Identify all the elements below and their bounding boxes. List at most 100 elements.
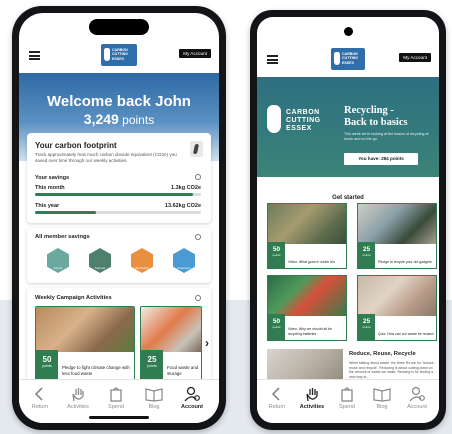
bag-icon [110,387,122,402]
logo-text: CARBON CUTTING ESSEX [342,52,358,65]
campaign-description: This week we're looking at the basics of… [344,132,429,141]
badge-forest[interactable]: Forest [47,248,69,273]
book-icon [373,388,391,402]
chevron-right-icon[interactable]: › [205,336,209,350]
campaign-activity-card[interactable]: 50 points Pledge to fight climate change… [35,306,135,381]
bag-icon [341,387,353,402]
nav-account[interactable]: Account [177,386,207,410]
badge-summit[interactable]: Summit [89,248,111,273]
savings-month-value: 1.3kg CO2e [171,185,201,191]
reduce-article-title[interactable]: Reduce, Reuse, Recycle [349,351,416,357]
logo-text: CARBON CUTTING ESSEX [112,48,128,61]
points-unit: points [122,113,155,127]
activity-card[interactable]: 50 points Video: Why we should all be rec… [267,275,347,341]
book-icon [145,388,163,402]
member-savings-card[interactable]: All member savings Forest Summit Worksho… [27,228,211,283]
campaign-image [36,307,134,352]
nav-return[interactable]: Return [25,386,55,410]
phone-right: CARBON CUTTING ESSEX My Account CARBON C… [250,10,446,430]
hand-icon [72,388,84,402]
points-badge: 25 points [141,350,163,380]
campaign-text: Food waste and storage [167,365,199,376]
footprint-icon [267,105,281,133]
nav-blog[interactable]: Blog [367,386,397,410]
activity-text: Video: Why we should all be recycling ba… [288,327,332,336]
savings-year-bar-fill [35,211,97,214]
menu-icon[interactable] [29,51,40,60]
footprint-icon [334,52,340,65]
savings-label: Your savings [35,175,70,181]
nav-activities[interactable]: Activities [297,386,327,410]
activity-card[interactable]: 50 points Video: What goes in which bin [267,203,347,269]
carbon-footprint-card[interactable]: Your carbon footprint Track approximatel… [27,133,211,223]
activity-image [358,276,436,316]
points-balance: 3,249 points [19,111,219,127]
dynamic-island [89,19,149,35]
footprint-title: Your carbon footprint [35,141,117,150]
activity-text: Quiz: How can our waste be reused [378,331,434,336]
get-started-heading: Get started [332,195,364,201]
footprint-description: Track approximately how much carbon diox… [35,152,177,163]
home-indicator [89,416,149,419]
points-badge: 50 points [268,314,285,340]
nav-blog[interactable]: Blog [139,386,169,410]
activity-card[interactable]: 25 points Quiz: How can our waste be reus… [357,275,437,341]
footprint-icon [190,141,203,157]
app-header: CARBON CUTTING ESSEX My Account [257,43,439,77]
points-badge: 25 points [358,242,375,268]
savings-month-bar-fill [35,193,193,196]
points-badge: 25 points [358,314,375,340]
savings-year-bar [35,211,201,214]
campaign-title: Recycling - Back to basics [344,105,408,128]
nav-spend[interactable]: Spend [332,386,362,410]
savings-year-label: This year [35,203,60,209]
nav-spend[interactable]: Spend [101,386,131,410]
member-savings-title: All member savings [35,234,90,240]
footprint-icon [104,48,110,61]
nav-return[interactable]: Return [262,386,292,410]
app-header: CARBON CUTTING ESSEX My Account [19,39,219,73]
phone-left: CARBON CUTTING ESSEX My Account Welcome … [12,6,226,430]
points-earned-button[interactable]: You have: 284 points [344,153,418,165]
points-value: 3,249 [83,111,119,127]
phone-right-screen: CARBON CUTTING ESSEX My Account CARBON C… [257,17,439,423]
badge-workshop[interactable]: Workshop [131,248,153,273]
info-icon[interactable] [195,234,201,240]
savings-month-label: This month [35,185,65,191]
return-icon [271,387,280,401]
camera-punch-hole [343,27,353,36]
savings-month-bar [35,193,201,196]
campaign-image [141,307,201,352]
carbon-cutting-essex-logo[interactable]: CARBON CUTTING ESSEX [101,44,137,66]
org-name: CARBON CUTTING ESSEX [286,109,321,132]
nav-activities[interactable]: Activities [63,386,93,410]
campaign-title: Weekly Campaign Activities [35,295,112,301]
campaign-text: Pledge to fight climate change with less… [62,365,130,376]
hand-icon [306,388,318,402]
points-badge: 50 points [36,350,58,380]
activity-image [268,276,346,316]
return-icon [34,387,43,401]
activity-image [268,204,346,244]
campaign-hero: CARBON CUTTING ESSEX Recycling - Back to… [257,77,439,177]
user-gear-icon [409,386,425,402]
info-icon[interactable] [195,295,201,301]
info-icon[interactable] [195,174,201,180]
bottom-navigation: Return Activities Spend Blog Account [19,379,219,423]
phone-left-screen: CARBON CUTTING ESSEX My Account Welcome … [19,13,219,423]
activity-text: Video: What goes in which bin [288,259,335,264]
badge-champion[interactable]: Champion [173,248,195,273]
weekly-campaign-card: Weekly Campaign Activities 50 points Ple… [27,288,211,384]
nav-account[interactable]: Account [402,386,432,410]
carbon-cutting-essex-logo[interactable]: CARBON CUTTING ESSEX [331,48,365,70]
activity-card[interactable]: 25 points Pledge to recycle your old gadg… [357,203,437,269]
welcome-title: Welcome back John [47,93,191,110]
my-account-button[interactable]: My Account [399,53,431,62]
campaign-activity-card[interactable]: 25 points Food waste and storage [140,306,202,381]
bottom-navigation: Return Activities Spend Blog Account [257,379,439,423]
user-gear-icon [184,386,200,402]
my-account-button[interactable]: My Account [179,49,211,58]
menu-icon[interactable] [267,55,278,64]
savings-year-value: 13.62kg CO2e [164,203,201,209]
points-badge: 50 points [268,242,285,268]
